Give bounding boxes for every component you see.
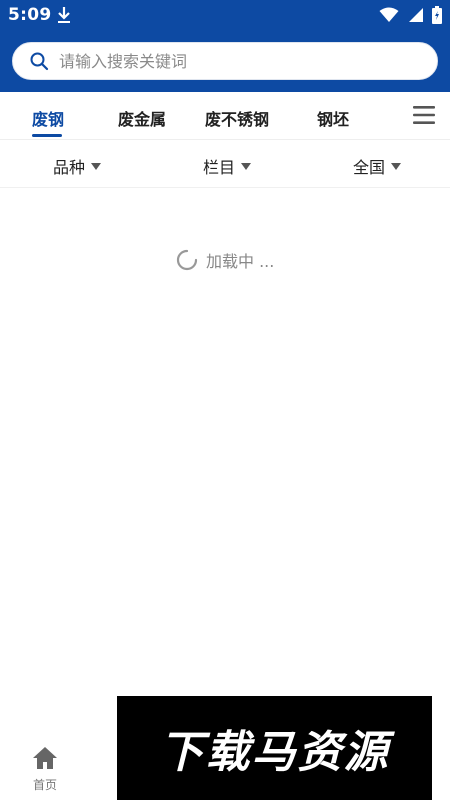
filter-column-label: 栏目 <box>203 158 236 177</box>
tab-scrap-stainless[interactable]: 废不锈钢 <box>205 106 269 130</box>
battery-icon <box>432 6 442 24</box>
wifi-icon <box>379 7 399 22</box>
filter-region[interactable]: 全国 <box>353 154 402 178</box>
filter-variety-label: 品种 <box>53 158 86 177</box>
tab-billet[interactable]: 钢坯 <box>317 106 349 130</box>
active-tab-indicator <box>32 134 62 137</box>
filter-column[interactable]: 栏目 <box>203 154 252 178</box>
loading-text: 加载中 ... <box>206 252 275 271</box>
header: 5:09 <box>0 0 450 92</box>
nav-home[interactable]: 首页 <box>22 746 68 793</box>
download-icon <box>58 7 70 23</box>
spinner-icon <box>176 249 198 271</box>
caret-down-icon <box>241 162 252 170</box>
search-icon <box>30 52 49 71</box>
tab-scrap-metal[interactable]: 废金属 <box>118 106 166 130</box>
category-tabs: 废钢 废金属 废不锈钢 钢坯 <box>0 92 450 140</box>
nav-home-label: 首页 <box>32 778 57 792</box>
caret-down-icon <box>391 162 402 170</box>
home-icon <box>33 747 57 769</box>
watermark-text: 下载马资源 <box>159 727 390 778</box>
loading-indicator: 加载中 ... <box>176 248 274 272</box>
status-time: 5:09 <box>8 5 52 25</box>
caret-down-icon <box>91 162 102 170</box>
search-input[interactable] <box>57 50 421 72</box>
filter-variety[interactable]: 品种 <box>53 154 102 178</box>
search-bar[interactable] <box>12 42 438 80</box>
filter-bar: 品种 栏目 全国 <box>0 140 450 188</box>
watermark-overlay: 下载马资源 <box>117 696 432 800</box>
signal-icon <box>409 8 423 22</box>
app-screen: 5:09 请输入搜索关键词 废钢 废金属 废不锈钢 钢坯 品种 栏目 全国 加载… <box>0 0 450 800</box>
tab-scrap-steel[interactable]: 废钢 <box>32 106 64 130</box>
status-icons <box>379 6 442 24</box>
filter-region-label: 全国 <box>353 158 386 177</box>
menu-icon[interactable] <box>412 104 436 126</box>
status-bar: 5:09 <box>0 0 450 30</box>
